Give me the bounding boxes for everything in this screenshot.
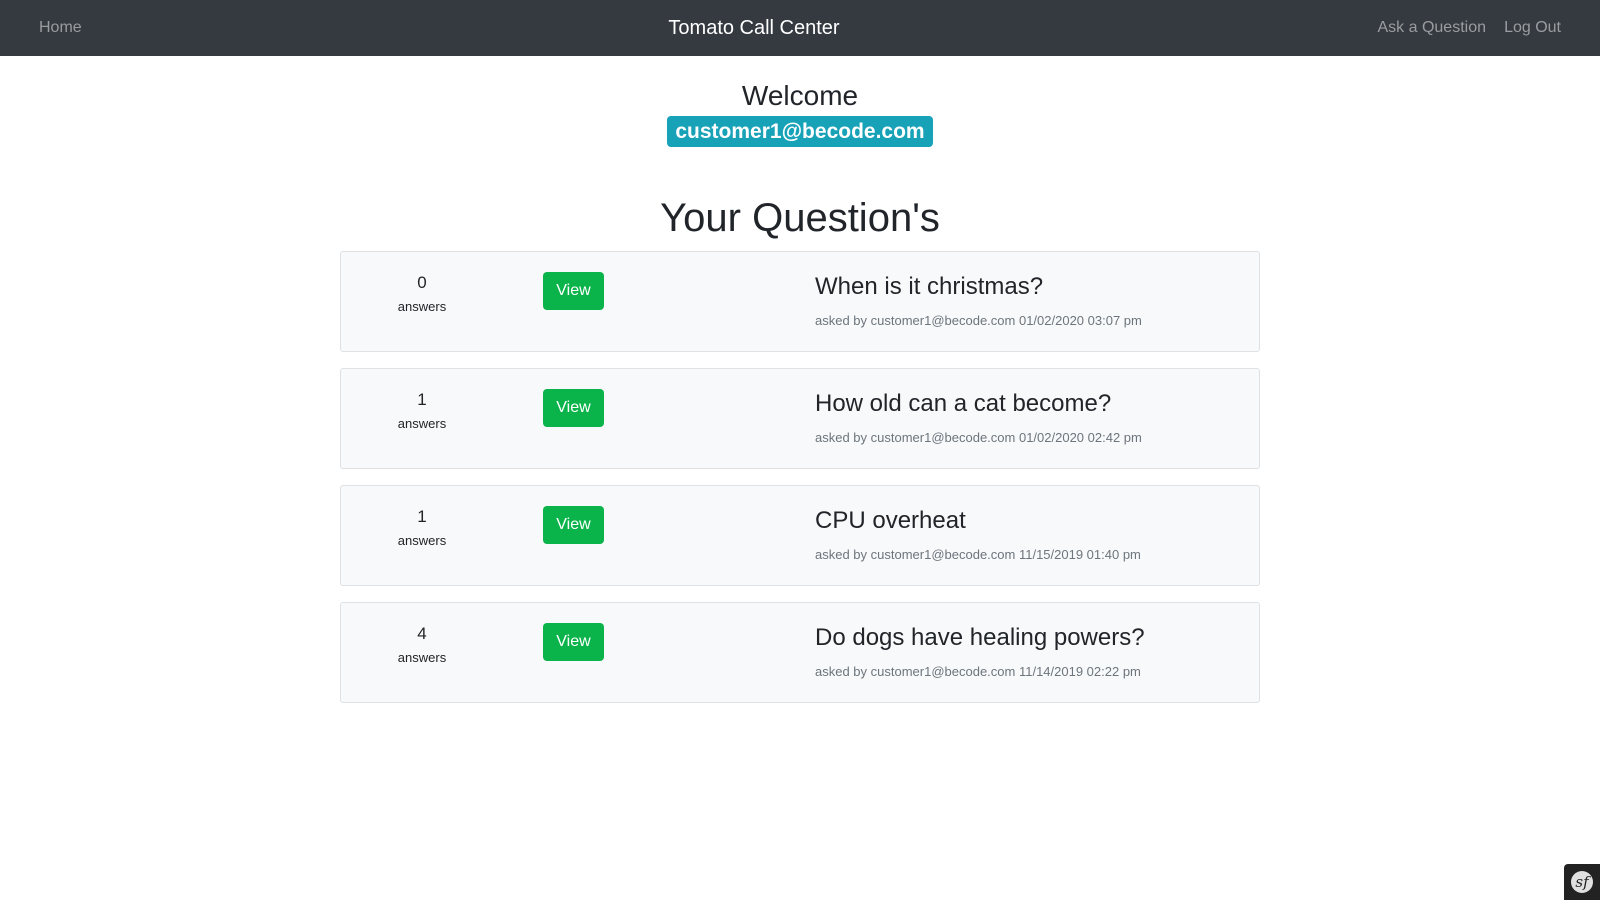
question-title: When is it christmas? [815,273,1044,300]
view-question-button[interactable]: View [543,506,604,544]
question-card: 0 answers View When is it christmas? ask… [340,251,1260,352]
answer-count-number: 1 [417,507,427,526]
question-meta: asked by customer1@becode.com 01/02/2020… [815,430,1142,445]
question-meta: asked by customer1@becode.com 11/15/2019… [815,547,1141,562]
answer-count-label: answers [397,533,447,548]
question-meta: asked by customer1@becode.com 11/14/2019… [815,664,1141,679]
question-card: 1 answers View How old can a cat become?… [340,368,1260,469]
question-title: Do dogs have healing powers? [815,624,1145,651]
answer-count: 1 answers [341,389,503,433]
question-card: 1 answers View CPU overheat asked by cus… [340,485,1260,586]
answer-count-number: 0 [417,273,427,292]
welcome-heading: Welcome [741,80,859,111]
question-title: CPU overheat [815,507,966,534]
view-question-button[interactable]: View [543,623,604,661]
answer-count-number: 1 [417,390,427,409]
answer-count-label: answers [397,650,447,665]
user-email-badge: customer1@becode.com [667,116,933,147]
top-navbar: Home Tomato Call Center Ask a Question L… [0,0,1600,56]
question-list: 0 answers View When is it christmas? ask… [340,251,1260,719]
debug-toolbar-toggle[interactable]: sf [1564,864,1600,900]
question-title: How old can a cat become? [815,390,1112,417]
answer-count: 1 answers [341,506,503,550]
answer-count-label: answers [397,416,447,431]
page-title: Your Question's [660,196,940,240]
view-question-button[interactable]: View [543,389,604,427]
view-question-button[interactable]: View [543,272,604,310]
answer-count-label: answers [397,299,447,314]
question-card: 4 answers View Do dogs have healing powe… [340,602,1260,703]
user-email-badge-wrapper: customer1@becode.com [0,116,1600,147]
answer-count-number: 4 [417,624,427,643]
question-meta: asked by customer1@becode.com 01/02/2020… [815,313,1142,328]
navbar-brand[interactable]: Tomato Call Center [0,16,1508,40]
symfony-icon: sf [1571,871,1593,893]
nav-ask-question-link[interactable]: Ask a Question [1378,18,1487,38]
answer-count: 4 answers [341,623,503,667]
answer-count: 0 answers [341,272,503,316]
nav-logout-link[interactable]: Log Out [1504,18,1561,38]
